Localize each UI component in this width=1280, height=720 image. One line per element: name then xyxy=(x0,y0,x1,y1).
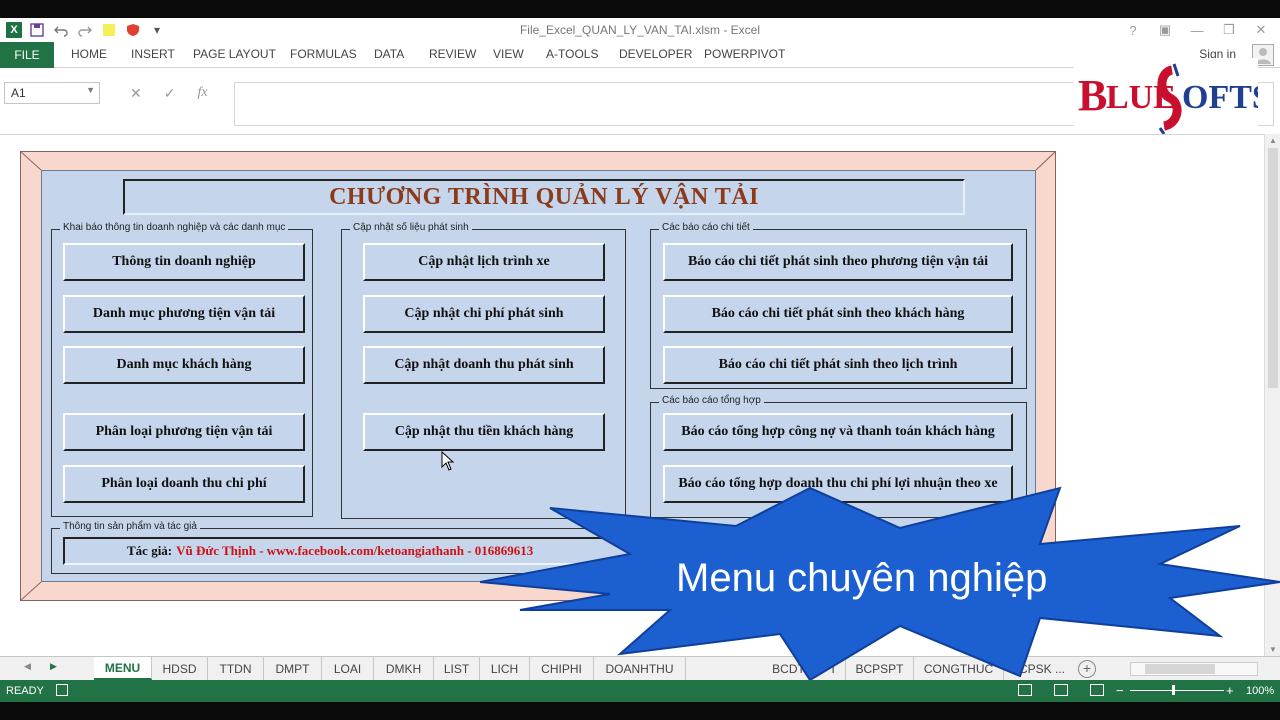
sheet-tab-loai[interactable]: LOAI xyxy=(322,657,374,680)
update-revenue-button[interactable]: Cập nhật doanh thu phát sinh xyxy=(363,346,605,384)
help-button[interactable]: ? xyxy=(1124,20,1142,40)
zoom-out-icon[interactable]: − xyxy=(1116,683,1124,698)
status-bar: READY − + 100% xyxy=(0,680,1280,702)
tab-a-tools[interactable]: A-TOOLS xyxy=(546,47,598,61)
tab-home[interactable]: HOME xyxy=(71,47,107,61)
enter-icon[interactable]: ✓ xyxy=(164,85,176,102)
sheet-tab-hdsd[interactable]: HDSD xyxy=(152,657,208,680)
zoom-slider-thumb[interactable] xyxy=(1172,685,1175,695)
tab-page-layout[interactable]: PAGE LAYOUT xyxy=(193,47,276,61)
tab-powerpivot[interactable]: POWERPIVOT xyxy=(704,47,785,61)
tab-review[interactable]: REVIEW xyxy=(429,47,476,61)
name-box-value: A1 xyxy=(11,86,26,100)
scroll-up-icon[interactable]: ▲ xyxy=(1269,136,1277,145)
tab-prev-icon[interactable]: ◀ xyxy=(24,661,31,672)
name-box[interactable]: A1 ▼ xyxy=(4,82,100,104)
tab-next-icon[interactable]: ▶ xyxy=(50,661,57,672)
cancel-icon[interactable]: ✕ xyxy=(130,85,142,102)
vehicle-type-button[interactable]: Phân loại phương tiện vận tải xyxy=(63,413,305,451)
zoom-in-icon[interactable]: + xyxy=(1226,683,1234,698)
ribbon-display-button[interactable]: ▣ xyxy=(1156,20,1174,40)
excel-window: X ▾ File_Excel_QUAN_LY_VAN_TAI.xlsm - Ex… xyxy=(0,0,1280,720)
tab-formulas[interactable]: FORMULAS xyxy=(290,47,357,61)
form-title: CHƯƠNG TRÌNH QUẢN LÝ VẬN TẢI xyxy=(123,179,965,215)
restore-button[interactable]: ❐ xyxy=(1220,20,1238,40)
close-button[interactable]: ✕ xyxy=(1252,20,1270,40)
formula-buttons: ✕ ✓ fx xyxy=(130,85,208,102)
zoom-level[interactable]: 100% xyxy=(1246,685,1274,697)
detail-report-customer-button[interactable]: Báo cáo chi tiết phát sinh theo khách hà… xyxy=(663,295,1013,333)
tab-file[interactable]: FILE xyxy=(0,42,54,68)
svg-text:OFTS: OFTS xyxy=(1182,79,1258,116)
tab-view[interactable]: VIEW xyxy=(493,47,524,61)
window-controls: ? ▣ — ❐ ✕ xyxy=(1124,20,1270,40)
update-schedule-button[interactable]: Cập nhật lịch trình xe xyxy=(363,243,605,281)
group-label: Các báo cáo tổng hợp xyxy=(659,395,764,406)
sheet-tab-dmpt[interactable]: DMPT xyxy=(264,657,322,680)
group-label: Khai báo thông tin doanh nghiệp và các d… xyxy=(60,222,289,233)
group-label: Thông tin sản phẩm và tác giả xyxy=(60,521,200,532)
detail-report-schedule-button[interactable]: Báo cáo chi tiết phát sinh theo lịch trì… xyxy=(663,346,1013,384)
customer-list-button[interactable]: Danh mục khách hàng xyxy=(63,346,305,384)
top-letterbox xyxy=(0,0,1280,18)
scroll-thumb[interactable] xyxy=(1268,148,1278,388)
summary-debt-button[interactable]: Báo cáo tổng hợp công nợ và thanh toán k… xyxy=(663,413,1013,451)
vehicle-list-button[interactable]: Danh mục phương tiện vận tải xyxy=(63,295,305,333)
chevron-down-icon[interactable]: ▼ xyxy=(86,85,95,95)
mouse-cursor-icon xyxy=(441,451,455,471)
sheet-tab-dmkh[interactable]: DMKH xyxy=(374,657,434,680)
update-payments-button[interactable]: Cập nhật thu tiền khách hàng xyxy=(363,413,605,451)
update-costs-button[interactable]: Cập nhật chi phí phát sinh xyxy=(363,295,605,333)
sheet-tab-menu[interactable]: MENU xyxy=(94,657,152,680)
normal-view-icon[interactable] xyxy=(1018,684,1032,696)
bottom-letterbox xyxy=(0,702,1280,720)
promo-text: Menu chuyên nghiệp xyxy=(676,556,1048,600)
tab-data[interactable]: DATA xyxy=(374,47,404,61)
author-prefix: Tác giả: xyxy=(127,543,173,558)
detail-report-vehicle-button[interactable]: Báo cáo chi tiết phát sinh theo phương t… xyxy=(663,243,1013,281)
window-title: File_Excel_QUAN_LY_VAN_TAI.xlsm - Excel xyxy=(519,23,761,37)
company-info-button[interactable]: Thông tin doanh nghiệp xyxy=(63,243,305,281)
tab-developer[interactable]: DEVELOPER xyxy=(619,47,692,61)
page-layout-view-icon[interactable] xyxy=(1054,684,1068,696)
title-bar: X ▾ File_Excel_QUAN_LY_VAN_TAI.xlsm - Ex… xyxy=(0,18,1280,42)
zoom-slider[interactable] xyxy=(1130,690,1224,691)
sheet-tab-list[interactable]: LIST xyxy=(434,657,480,680)
revenue-cost-type-button[interactable]: Phân loại doanh thu chi phí xyxy=(63,465,305,503)
bluesofts-logo: B LUE OFTS xyxy=(1074,58,1258,136)
insert-function-icon[interactable]: fx xyxy=(197,85,207,102)
group-label: Các báo cáo chi tiết xyxy=(659,222,753,233)
sheet-tab-ttdn[interactable]: TTDN xyxy=(208,657,264,680)
minimize-button[interactable]: — xyxy=(1188,20,1206,40)
tab-insert[interactable]: INSERT xyxy=(131,47,175,61)
svg-text:B: B xyxy=(1078,71,1107,120)
page-break-view-icon[interactable] xyxy=(1090,684,1104,696)
group-label: Cập nhật số liệu phát sinh xyxy=(350,222,472,233)
macro-record-icon[interactable] xyxy=(56,684,68,696)
status-ready: READY xyxy=(6,685,44,697)
